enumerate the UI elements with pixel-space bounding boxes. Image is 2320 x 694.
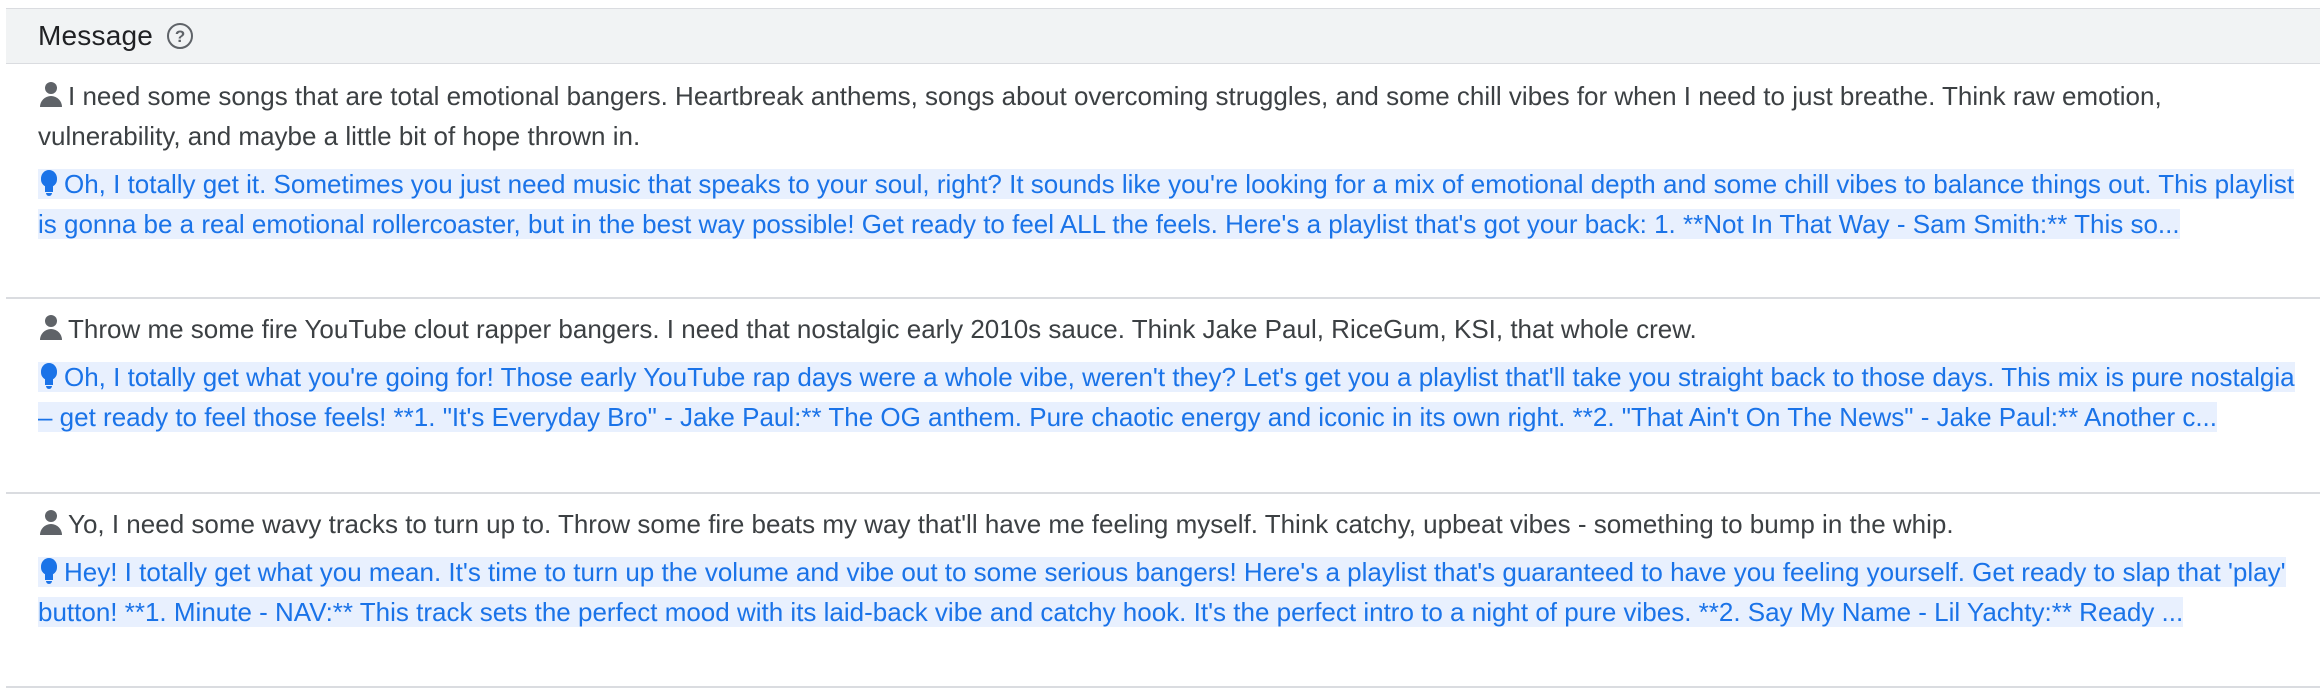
user-message-text: Yo, I need some wavy tracks to turn up t… (68, 509, 1954, 539)
lightbulb-icon (38, 169, 60, 197)
message-row[interactable]: I need some songs that are total emotion… (6, 64, 2320, 299)
person-icon (38, 509, 64, 537)
bot-response: Oh, I totally get it. Sometimes you just… (38, 164, 2300, 244)
lightbulb-icon (38, 557, 60, 585)
column-title: Message (38, 20, 154, 51)
message-table: Message ? I need some songs that are tot… (6, 8, 2320, 688)
user-message-text: I need some songs that are total emotion… (38, 81, 2162, 151)
message-column-header: Message ? (6, 8, 2320, 64)
bot-response-text: Hey! I totally get what you mean. It's t… (38, 557, 2286, 627)
bot-response-text: Oh, I totally get it. Sometimes you just… (38, 169, 2295, 239)
bot-response: Hey! I totally get what you mean. It's t… (38, 552, 2300, 632)
user-message: Yo, I need some wavy tracks to turn up t… (38, 504, 2300, 544)
user-message-text: Throw me some fire YouTube clout rapper … (68, 314, 1697, 344)
bot-response: Oh, I totally get what you're going for!… (38, 357, 2300, 437)
message-row[interactable]: Throw me some fire YouTube clout rapper … (6, 299, 2320, 494)
person-icon (38, 81, 64, 109)
user-message: Throw me some fire YouTube clout rapper … (38, 309, 2300, 349)
bot-response-text: Oh, I totally get what you're going for!… (38, 362, 2295, 432)
lightbulb-icon (38, 362, 60, 390)
message-row[interactable]: Yo, I need some wavy tracks to turn up t… (6, 494, 2320, 688)
help-circle-icon[interactable]: ? (167, 23, 194, 49)
person-icon (38, 314, 64, 342)
user-message: I need some songs that are total emotion… (38, 76, 2300, 156)
